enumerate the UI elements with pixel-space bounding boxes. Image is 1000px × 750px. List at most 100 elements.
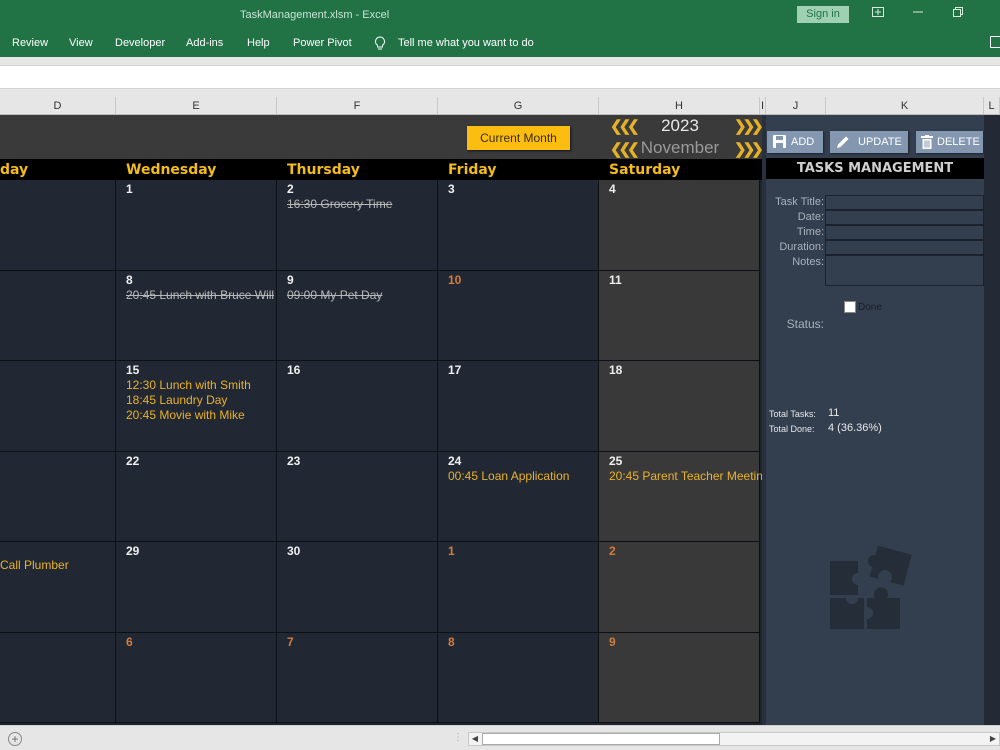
day-number: 2: [609, 544, 616, 558]
task-title-label: Task Title:: [775, 196, 824, 208]
task-title-field[interactable]: [825, 195, 984, 210]
calendar-day-cell[interactable]: 9: [599, 632, 760, 723]
delete-button-label: DELETE: [937, 136, 980, 148]
calendar-day-cell[interactable]: 30: [277, 542, 438, 633]
day-number: 18: [609, 363, 623, 377]
calendar-day-cell[interactable]: 25 20:45 Parent Teacher Meeting: [599, 451, 770, 542]
day-number: 25: [609, 453, 623, 468]
tasks-panel: ADD UPDATE DELETE TASKS MANAGEMENT Task …: [766, 115, 984, 725]
calendar-day-cell[interactable]: 24 00:45 Loan Application: [438, 451, 599, 542]
next-month-arrow[interactable]: ❯❯❯: [734, 140, 764, 158]
add-button[interactable]: ADD: [767, 131, 823, 153]
window-title: TaskManagement.xlsm - Excel: [240, 9, 390, 21]
calendar-day-cell[interactable]: 2 16:30 Grocery Time: [277, 180, 438, 271]
task-entry[interactable]: 18:45 Laundry Day: [126, 393, 227, 407]
calendar-day-cell[interactable]: 17: [438, 361, 599, 452]
calendar-day-cell[interactable]: 23: [277, 451, 438, 542]
calendar-day-cell[interactable]: 4: [599, 180, 760, 271]
delete-button[interactable]: DELETE: [916, 131, 983, 153]
calendar-day-cell[interactable]: 1: [116, 180, 277, 271]
done-checkbox[interactable]: [844, 301, 856, 313]
calendar-day-cell[interactable]: 18: [599, 361, 760, 452]
calendar-day-cell[interactable]: 8: [438, 632, 599, 723]
save-icon: [773, 135, 786, 148]
task-entry[interactable]: 20:45 Lunch with Bruce Will: [126, 288, 274, 302]
ribbon-display-options-icon[interactable]: [868, 6, 888, 22]
task-entry[interactable]: 20:45 Movie with Mike: [126, 408, 245, 422]
calendar-day-cell[interactable]: 16: [277, 361, 438, 452]
tab-help[interactable]: Help: [247, 37, 270, 49]
update-button[interactable]: UPDATE: [830, 131, 908, 153]
tab-view[interactable]: View: [69, 37, 93, 49]
add-sheet-icon[interactable]: +: [8, 732, 22, 746]
day-number: 24: [448, 453, 462, 468]
formula-bar[interactable]: [0, 65, 1000, 89]
column-header-k[interactable]: K: [826, 97, 984, 115]
tab-splitter[interactable]: ⋮: [453, 732, 463, 743]
task-entry[interactable]: 20:45 Parent Teacher Meeting: [609, 469, 770, 483]
current-month-button[interactable]: Current Month: [467, 126, 570, 150]
time-field[interactable]: [825, 225, 984, 240]
tab-review[interactable]: Review: [12, 37, 48, 49]
ribbon-collapsed-strip: [0, 57, 1000, 65]
column-header-e[interactable]: E: [116, 97, 277, 115]
task-entry[interactable]: 00:45 Loan Application: [448, 469, 569, 483]
duration-field[interactable]: [825, 240, 984, 255]
duration-label: Duration:: [779, 241, 824, 253]
notes-label: Notes:: [792, 256, 824, 268]
sign-in-button[interactable]: Sign in: [797, 6, 849, 23]
calendar-day-cell[interactable]: 15 12:30 Lunch with Smith 18:45 Laundry Da…: [116, 361, 277, 452]
scroll-left-icon[interactable]: ◀: [469, 733, 481, 745]
column-header-l[interactable]: L: [984, 97, 1000, 115]
restore-icon[interactable]: [948, 6, 968, 22]
calendar-day-cell[interactable]: [0, 451, 116, 542]
calendar-day-cell[interactable]: 6: [116, 632, 277, 723]
day-number: 15: [126, 363, 140, 377]
horizontal-scroll-thumb[interactable]: [482, 733, 720, 745]
tab-developer[interactable]: Developer: [115, 37, 165, 49]
column-header-f[interactable]: F: [277, 97, 438, 115]
horizontal-scrollbar[interactable]: ◀ ▶: [468, 732, 1000, 746]
column-header-g[interactable]: G: [438, 97, 599, 115]
calendar-day-cell[interactable]: 22: [116, 451, 277, 542]
next-year-arrow[interactable]: ❯❯❯: [734, 117, 764, 135]
sheet-tab-bar: + ⋮ ◀ ▶: [0, 725, 1000, 750]
comments-icon[interactable]: [990, 36, 1000, 48]
task-entry[interactable]: 09:00 My Pet Day: [287, 288, 382, 302]
calendar-day-cell[interactable]: 29: [116, 542, 277, 633]
calendar-day-cell[interactable]: 3: [438, 180, 599, 271]
day-number: 6: [126, 634, 133, 649]
calendar-day-cell[interactable]: 7: [277, 632, 438, 723]
calendar-day-cell[interactable]: [0, 270, 116, 361]
tell-me-search[interactable]: Tell me what you want to do: [398, 37, 534, 49]
calendar-day-cell[interactable]: Call Plumber: [0, 542, 116, 633]
calendar-day-cell[interactable]: [0, 180, 116, 271]
task-entry[interactable]: 16:30 Grocery Time: [287, 197, 392, 211]
calendar-day-cell[interactable]: [0, 632, 116, 723]
day-number: 30: [287, 544, 301, 558]
day-number: 7: [287, 634, 294, 649]
date-field[interactable]: [825, 210, 984, 225]
column-header-d[interactable]: D: [0, 97, 116, 115]
calendar-day-cell[interactable]: 2: [599, 542, 760, 633]
tab-add-ins[interactable]: Add-ins: [186, 37, 223, 49]
calendar-day-cell[interactable]: 11: [599, 270, 760, 361]
tab-power-pivot[interactable]: Power Pivot: [293, 37, 352, 49]
calendar-day-cell[interactable]: [0, 361, 116, 452]
weekday-header-row: day Wednesday Thursday Friday Saturday: [0, 159, 762, 180]
calendar-day-cell[interactable]: 10: [438, 270, 599, 361]
calendar-day-cell[interactable]: 1: [438, 542, 599, 633]
total-tasks-value: 11: [828, 407, 840, 419]
calendar-day-cell[interactable]: 9 09:00 My Pet Day: [277, 270, 438, 361]
task-entry[interactable]: Call Plumber: [0, 558, 69, 572]
column-header-h[interactable]: H: [599, 97, 760, 115]
day-number: 16: [287, 363, 301, 377]
notes-field[interactable]: [825, 255, 984, 286]
minimize-icon[interactable]: [908, 6, 928, 22]
task-entry[interactable]: 12:30 Lunch with Smith: [126, 378, 251, 392]
month-label: November: [640, 138, 720, 157]
column-header-j[interactable]: J: [766, 97, 826, 115]
scroll-right-icon[interactable]: ▶: [987, 733, 999, 745]
calendar-day-cell[interactable]: 8 20:45 Lunch with Bruce Will: [116, 270, 277, 361]
day-number: 11: [609, 272, 622, 287]
